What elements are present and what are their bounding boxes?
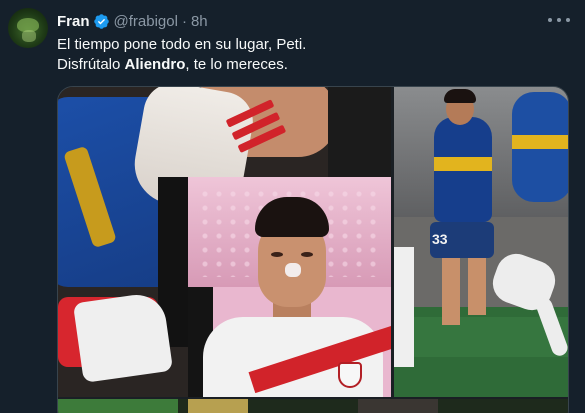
eye-shape (271, 252, 283, 257)
tweet-header: Fran @frabigol · 8h (57, 11, 208, 31)
tweet-text-line: El tiempo pone todo en su lugar, Peti. (57, 36, 307, 53)
more-dot (566, 18, 570, 22)
dark-shape (328, 87, 391, 177)
nose-tape-shape (285, 263, 301, 277)
display-name[interactable]: Fran (57, 13, 90, 30)
yellow-band-shape (434, 157, 492, 171)
verified-badge-icon (93, 13, 110, 30)
white-shirt-shape (72, 291, 174, 383)
avatar-image-shape (22, 30, 36, 42)
tweet-text-segment: Disfrútalo (57, 56, 125, 73)
tweet-media-image[interactable]: 33 (57, 86, 569, 413)
tweet-text-segment: , te lo mereces. (185, 56, 288, 73)
media-panel-center (188, 177, 391, 397)
leg-shape (468, 255, 486, 315)
more-dot (548, 18, 552, 22)
jersey-number: 33 (432, 231, 448, 247)
separator-dot: · (181, 12, 187, 30)
tweet[interactable]: Fran @frabigol · 8h El tiempo pone todo … (0, 0, 585, 413)
leg-shape (442, 255, 460, 325)
club-crest-shape (338, 362, 362, 388)
media-panel-right: 33 (394, 87, 568, 397)
bottom-image-shape (58, 399, 178, 413)
eye-shape (301, 252, 313, 257)
timestamp[interactable]: 8h (191, 13, 208, 30)
tweet-text-line: Disfrútalo Aliendro, te lo mereces. (57, 55, 306, 75)
hair-shape (444, 89, 476, 103)
tweet-text-bold: Aliendro (124, 56, 186, 73)
tweet-text: El tiempo pone todo en su lugar, Peti. D… (57, 35, 306, 75)
yellow-band-shape (512, 135, 568, 149)
white-sock-shape (394, 247, 414, 367)
more-options-icon[interactable] (548, 10, 570, 30)
bottom-image-shape (358, 399, 438, 413)
more-dot (557, 18, 561, 22)
avatar[interactable] (8, 8, 48, 48)
bottom-image-shape (188, 399, 248, 413)
user-handle[interactable]: @frabigol (114, 13, 178, 30)
